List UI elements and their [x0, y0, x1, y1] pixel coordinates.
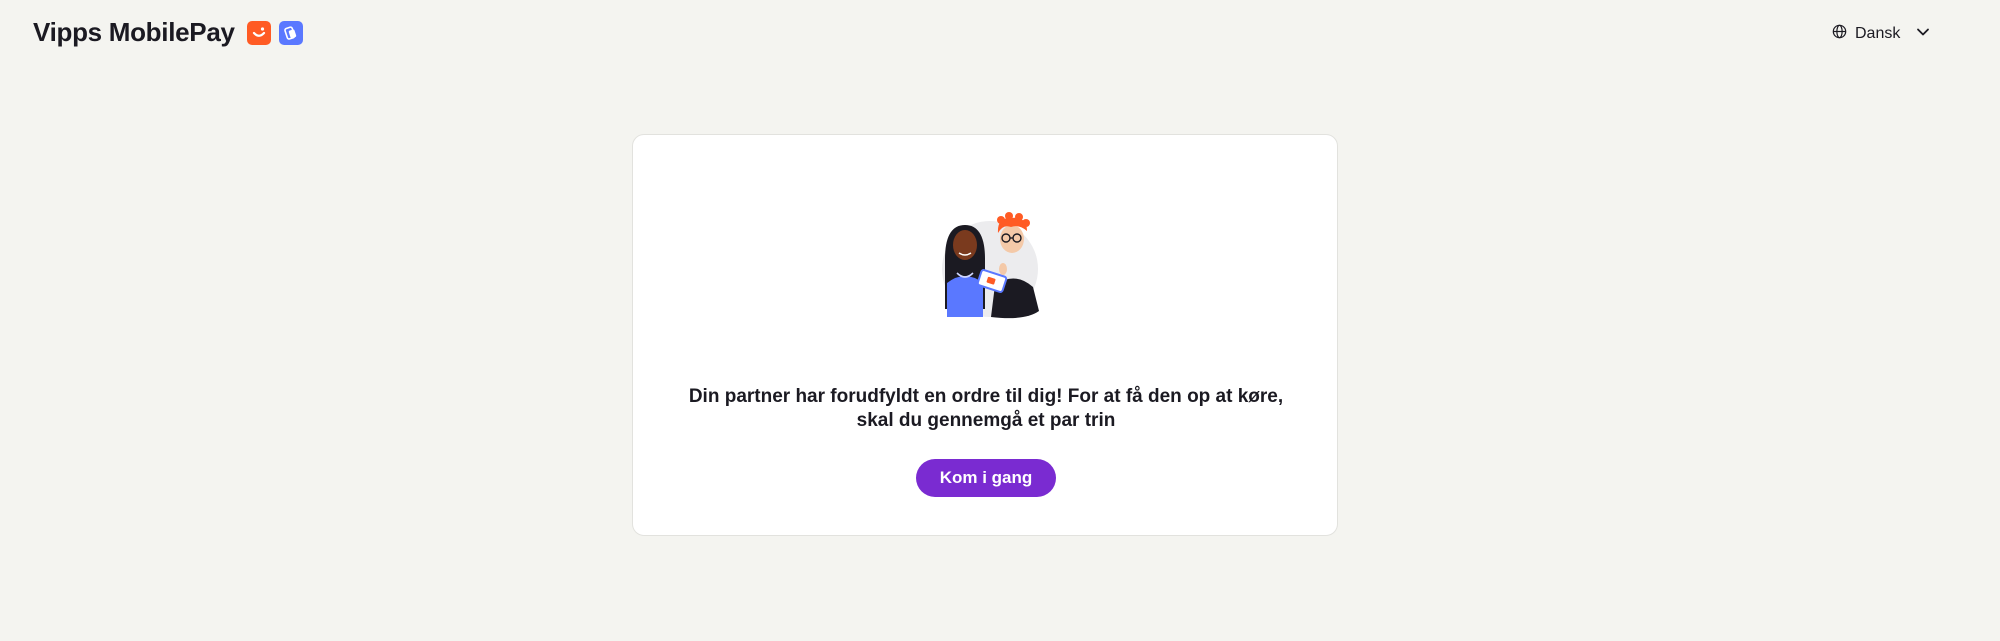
onboarding-card: Din partner har forudfyldt en ordre til …	[632, 134, 1338, 536]
vipps-smile-icon	[246, 20, 271, 45]
onboarding-message: Din partner har forudfyldt en ordre til …	[673, 385, 1299, 433]
chevron-down-icon	[1916, 25, 1930, 44]
header: Vipps MobilePay Dansk	[0, 0, 2000, 70]
message-line-2: skal du gennemgå et par trin	[856, 410, 1116, 431]
message-line-1: Din partner har forudfyldt en ordre til …	[688, 386, 1284, 407]
mobilepay-icon	[278, 20, 303, 45]
brand-name: Vipps MobilePay	[33, 17, 235, 47]
globe-icon	[1832, 24, 1847, 44]
language-selector[interactable]: Dansk	[1832, 24, 1930, 44]
brand-logo[interactable]: Vipps MobilePay	[33, 17, 303, 48]
get-started-button[interactable]: Kom i gang	[916, 459, 1056, 497]
partners-illustration	[935, 211, 1045, 321]
language-label: Dansk	[1855, 25, 1901, 42]
